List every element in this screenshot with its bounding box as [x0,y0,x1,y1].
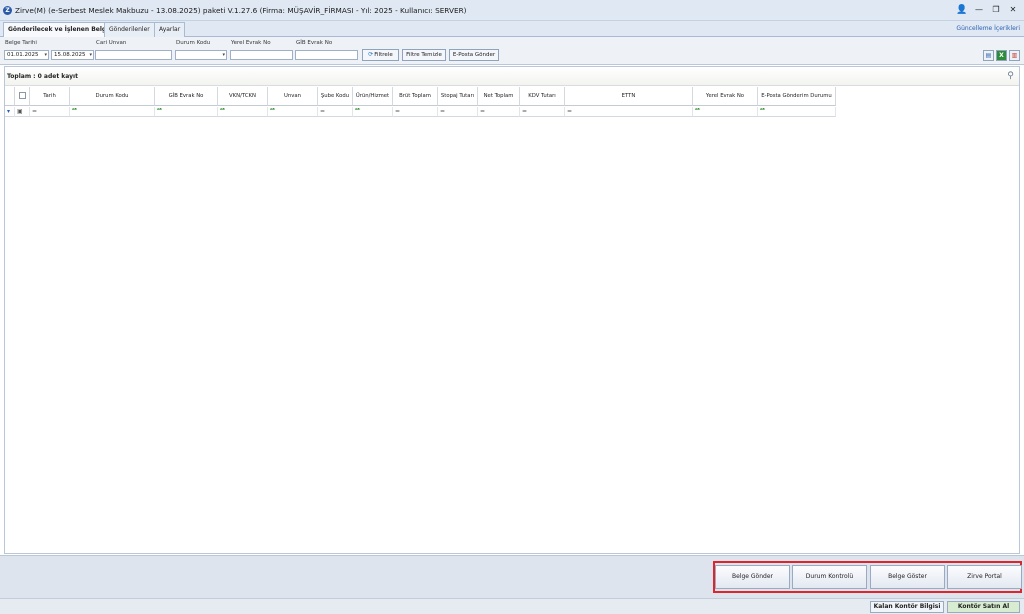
update-contents-link[interactable]: Güncelleme İçerikleri [956,25,1020,32]
durum-kodu-label: Durum Kodu [176,40,211,46]
status-bar: Kalan Kontör Bilgisi Kontör Satın Al [0,598,1024,614]
window-title: Zirve(M) (e-Serbest Meslek Makbuzu - 13.… [15,5,467,15]
filter-bar: Belge Tarihi 01.01.2025 ▾ 15.08.2025 ▾ C… [0,37,1024,65]
cari-unvan-input[interactable] [95,50,172,60]
column-header-eposta-durumu[interactable]: E-Posta Gönderim Durumu [758,87,836,106]
date-to-input[interactable]: 15.08.2025 ▾ [51,50,94,60]
column-header-sube-kodu[interactable]: Şube Kodu [318,87,353,106]
status-check-button[interactable]: Durum Kontrolü [792,565,867,589]
column-header-brut-toplam[interactable]: Brüt Toplam [393,87,438,106]
filter-row-select-icon: ▣ [15,107,30,117]
export-tools: ▤ X ▥ [983,50,1020,61]
gib-evrak-label: GİB Evrak No [296,40,333,46]
filter-kdv-tutari[interactable]: = [520,107,565,117]
search-icon[interactable]: ⚲ [1005,71,1016,82]
cari-unvan-label: Cari Unvan [96,40,127,46]
user-icon[interactable]: 👤 [955,3,969,17]
send-document-button[interactable]: Belge Gönder [715,565,790,589]
filter-tarih[interactable]: = [30,107,70,117]
column-header-urun-hizmet[interactable]: Ürün/Hizmet [353,87,393,106]
column-header-net-toplam[interactable]: Net Toplam [478,87,520,106]
filter-vkn-tckn[interactable]: ᴬᴮ [218,107,268,117]
durum-kodu-select[interactable]: ▾ [175,50,227,60]
date-to-value: 15.08.2025 [54,52,86,58]
filter-button-label: Filtrele [374,52,393,58]
column-header-kdv-tutari[interactable]: KDV Tutarı [520,87,565,106]
pdf-icon[interactable]: ▥ [1009,50,1020,61]
date-from-value: 01.01.2025 [7,52,39,58]
column-header-stopaj-tutari[interactable]: Stopaj Tutarı [438,87,478,106]
column-header-unvan[interactable]: Unvan [268,87,318,106]
restore-button[interactable]: ❐ [989,3,1003,17]
title-bar: Z Zirve(M) (e-Serbest Meslek Makbuzu - 1… [0,0,1024,21]
select-all-header[interactable] [15,87,30,106]
tab-strip: Gönderilecek ve İşlenen Belgeler Gönderi… [0,21,1024,38]
column-header-durum-kodu[interactable]: Durum Kodu [70,87,155,106]
chevron-down-icon[interactable]: ▾ [44,51,47,59]
column-header-yerel-evrak-no[interactable]: Yerel Evrak No [693,87,758,106]
filter-yerel-evrak-no[interactable]: ᴬᴮ [693,107,758,117]
date-from-input[interactable]: 01.01.2025 ▾ [4,50,49,60]
yerel-evrak-label: Yerel Evrak No [231,40,271,46]
remaining-credit-button[interactable]: Kalan Kontör Bilgisi [870,601,944,613]
send-email-button[interactable]: E-Posta Gönder [449,49,499,61]
tab-settings[interactable]: Ayarlar [154,22,186,37]
column-header-tarih[interactable]: Tarih [30,87,70,106]
filter-gib-evrak-no[interactable]: ᴬᴮ [155,107,218,117]
filter-button[interactable]: ⟳Filtrele [362,49,399,61]
column-header-gib-evrak-no[interactable]: GİB Evrak No [155,87,218,106]
window-controls: 👤 — ❐ ✕ [955,3,1020,17]
yerel-evrak-input[interactable] [230,50,293,60]
filter-ettn[interactable]: = [565,107,693,117]
filter-stopaj-tutari[interactable]: = [438,107,478,117]
clear-filter-button[interactable]: Filtre Temizle [402,49,446,61]
filter-sube-kodu[interactable]: = [318,107,353,117]
filter-unvan[interactable]: ᴬᴮ [268,107,318,117]
select-all-checkbox[interactable] [18,92,26,99]
zirve-portal-button[interactable]: Zirve Portal [947,565,1022,589]
refresh-icon: ⟳ [368,51,374,58]
document-icon[interactable]: ▤ [983,50,994,61]
filter-eposta-durumu[interactable]: ᴬᴮ [758,107,836,117]
column-header-vkn-tckn[interactable]: VKN/TCKN [218,87,268,106]
column-header-ettn[interactable]: ETTN [565,87,693,106]
document-date-label: Belge Tarihi [5,40,37,46]
grid-summary-bar: Toplam : 0 adet kayıt ⚲ [5,67,1019,86]
close-button[interactable]: ✕ [1006,3,1020,17]
excel-icon[interactable]: X [996,50,1007,61]
documents-grid: Toplam : 0 adet kayıt ⚲ Tarih Durum Kodu… [4,66,1020,554]
total-count: Toplam : 0 adet kayıt [7,73,78,80]
show-document-button[interactable]: Belge Göster [870,565,945,589]
filter-durum-kodu[interactable]: ᴬᴮ [70,107,155,117]
buy-credit-button[interactable]: Kontör Satın Al [947,601,1020,613]
chevron-down-icon[interactable]: ▾ [89,51,92,59]
gib-evrak-input[interactable] [295,50,358,60]
minimize-button[interactable]: — [972,3,986,17]
filter-net-toplam[interactable]: = [478,107,520,117]
row-indicator-header [5,87,15,106]
filter-brut-toplam[interactable]: = [393,107,438,117]
filter-urun-hizmet[interactable]: ᴬᴮ [353,107,393,117]
chevron-down-icon[interactable]: ▾ [222,51,225,59]
filter-row-indicator-icon: ▾ [5,107,15,117]
app-logo-icon: Z [3,5,12,15]
tab-sent[interactable]: Gönderilenler [104,22,155,37]
action-panel: Belge Gönder Durum Kontrolü Belge Göster… [0,555,1024,598]
